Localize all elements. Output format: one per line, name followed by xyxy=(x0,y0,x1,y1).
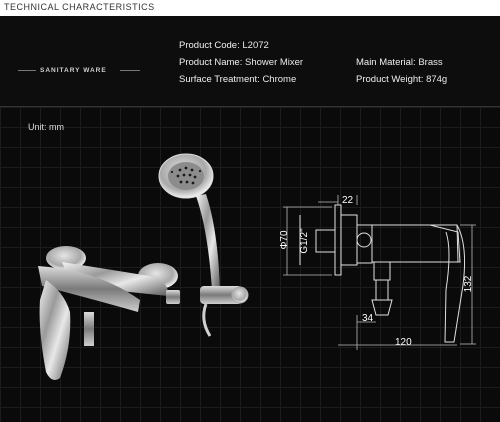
dim-left-outer: Φ70 xyxy=(279,230,290,250)
mixer-valve-icon xyxy=(38,246,180,380)
dim-left-inner: G1/2" xyxy=(299,228,310,254)
dim-bottom: 120 xyxy=(395,337,412,348)
technical-drawing xyxy=(299,204,465,343)
dim-mid: 34 xyxy=(362,313,374,324)
shower-head-icon xyxy=(158,153,214,199)
shower-handle-icon xyxy=(196,194,220,290)
dim-right: 132 xyxy=(463,275,474,292)
product-illustration: 22 Φ70 G1/2" 132 34 120 xyxy=(38,153,476,380)
dim-top: 22 xyxy=(342,195,354,206)
